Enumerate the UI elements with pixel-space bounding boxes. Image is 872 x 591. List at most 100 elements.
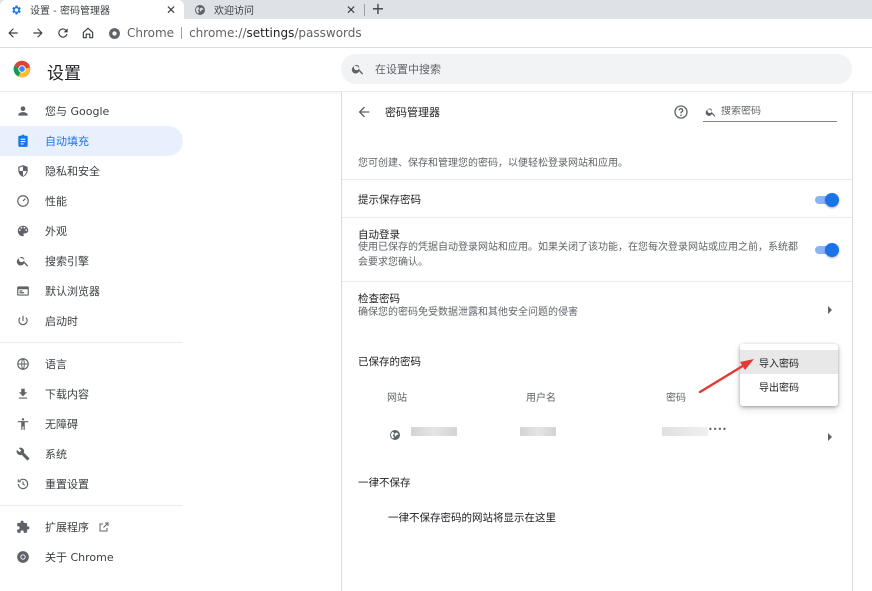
import-passwords-menu-item[interactable]: 导入密码 <box>740 350 838 374</box>
sidebar-item-accessibility[interactable]: 无障碍 <box>0 409 183 439</box>
saved-passwords-menu: 导入密码 导出密码 <box>740 344 838 406</box>
person-icon <box>16 104 30 118</box>
help-icon[interactable] <box>673 104 689 120</box>
sidebar-item-label: 下载内容 <box>45 388 89 401</box>
sidebar-item-you-and-google[interactable]: 您与 Google <box>0 96 183 126</box>
url-scheme: chrome:// <box>189 26 247 40</box>
tab-title: 欢迎访问 <box>214 6 254 17</box>
arrow-left-icon <box>8 28 18 38</box>
settings-header: 设置 <box>0 48 872 92</box>
saved-passwords-heading: 已保存的密码 <box>358 356 421 368</box>
reload-button[interactable] <box>51 21 75 45</box>
page-description: 您可创建、保存和管理您的密码，以便轻松登录网站和应用。 <box>358 158 628 169</box>
chevron-right-icon[interactable] <box>826 300 834 314</box>
wrench-icon <box>16 447 30 461</box>
new-tab-button[interactable]: + <box>370 0 386 19</box>
arrow-right-icon <box>33 28 43 38</box>
column-header-username: 用户名 <box>526 393 556 404</box>
reload-icon <box>58 28 68 38</box>
sidebar-item-label: 扩展程序 <box>45 521 89 534</box>
sidebar-item-label: 隐私和安全 <box>45 165 100 178</box>
password-search-input[interactable] <box>721 106 831 117</box>
row-divider <box>342 281 852 282</box>
sidebar-item-on-startup[interactable]: 启动时 <box>0 306 183 336</box>
toggle-thumb <box>825 243 839 257</box>
redacted-username <box>520 427 556 436</box>
forward-button[interactable] <box>26 21 50 45</box>
card-title: 密码管理器 <box>385 106 440 119</box>
home-button[interactable] <box>76 21 100 45</box>
sidebar-item-label: 启动时 <box>45 315 78 328</box>
toggle-thumb <box>825 193 839 207</box>
close-icon[interactable]: ✕ <box>344 3 358 17</box>
power-icon <box>16 314 30 328</box>
sidebar-item-label: 外观 <box>45 225 67 238</box>
url-host: settings <box>246 26 295 40</box>
settings-search[interactable] <box>341 54 852 84</box>
tab-divider <box>364 4 365 16</box>
sidebar-item-about-chrome[interactable]: 关于 Chrome <box>0 542 183 572</box>
sidebar-item-label: 无障碍 <box>45 418 78 431</box>
sidebar-item-label: 默认浏览器 <box>45 285 100 298</box>
sidebar-item-reset[interactable]: 重置设置 <box>0 469 183 499</box>
column-header-password: 密码 <box>666 393 686 404</box>
download-icon <box>16 387 30 401</box>
sidebar-item-system[interactable]: 系统 <box>0 439 183 469</box>
card-header: 密码管理器 <box>342 92 852 132</box>
redacted-site <box>411 427 457 436</box>
password-mask: •••• <box>708 425 727 434</box>
sidebar-item-performance[interactable]: 性能 <box>0 186 183 216</box>
sidebar-item-label: 性能 <box>45 195 67 208</box>
clipboard-icon <box>16 134 30 148</box>
chrome-icon <box>16 550 30 564</box>
gear-icon <box>10 4 22 16</box>
sidebar-item-label: 自动填充 <box>45 135 89 148</box>
search-icon <box>705 106 717 118</box>
globe-icon <box>389 426 401 440</box>
close-icon[interactable]: ✕ <box>164 3 178 17</box>
sidebar-item-privacy[interactable]: 隐私和安全 <box>0 156 183 186</box>
check-passwords-label[interactable]: 检查密码 <box>358 291 400 306</box>
sidebar-item-downloads[interactable]: 下载内容 <box>0 379 183 409</box>
auto-signin-description: 使用已保存的凭据自动登录网站和应用。如果关闭了该功能，在您每次登录网站或应用之前… <box>358 242 798 268</box>
sidebar-item-label: 您与 Google <box>45 105 110 118</box>
settings-sidebar: 您与 Google 自动填充 隐私和安全 性能 外观 搜索引擎 默认浏览器 启动… <box>0 92 200 591</box>
puzzle-icon <box>16 520 30 534</box>
sidebar-item-default-browser[interactable]: 默认浏览器 <box>0 276 183 306</box>
check-passwords-description: 确保您的密码免受数据泄露和其他安全问题的侵害 <box>358 307 578 318</box>
password-search[interactable] <box>703 102 837 122</box>
never-saved-empty-note: 一律不保存密码的网站将显示在这里 <box>388 512 556 524</box>
sidebar-item-autofill[interactable]: 自动填充 <box>0 126 183 156</box>
accessibility-icon <box>16 417 30 431</box>
tab-settings-passwords[interactable]: 设置 - 密码管理器 ✕ <box>0 0 184 19</box>
password-manager-card: 密码管理器 您可创建、保存和管理您的密码，以便轻松登录网站和应用。 提示保存密码… <box>341 92 853 591</box>
back-button[interactable] <box>1 21 25 45</box>
offer-save-toggle[interactable] <box>815 193 839 207</box>
reset-icon <box>16 477 30 491</box>
export-passwords-menu-item[interactable]: 导出密码 <box>740 374 838 398</box>
auto-signin-toggle[interactable] <box>815 243 839 257</box>
settings-search-input[interactable] <box>375 62 775 76</box>
shield-icon <box>16 164 30 178</box>
sidebar-item-label: 重置设置 <box>45 478 89 491</box>
row-divider <box>342 179 852 180</box>
open-in-new-icon <box>98 521 110 533</box>
chevron-right-icon[interactable] <box>826 427 834 441</box>
row-divider <box>342 217 852 218</box>
sidebar-divider <box>0 505 183 506</box>
tab-title: 设置 - 密码管理器 <box>30 6 110 17</box>
back-arrow-icon[interactable] <box>356 104 372 120</box>
tab-welcome[interactable]: 欢迎访问 ✕ <box>184 0 364 19</box>
sidebar-item-extensions[interactable]: 扩展程序 <box>0 512 183 542</box>
sidebar-item-search-engine[interactable]: 搜索引擎 <box>0 246 183 276</box>
home-icon <box>82 27 94 39</box>
browser-icon <box>16 284 30 298</box>
search-icon <box>16 254 30 268</box>
column-header-site: 网站 <box>387 393 407 404</box>
address-bar[interactable]: Chrome chrome://settings/passwords <box>104 22 362 44</box>
sidebar-item-appearance[interactable]: 外观 <box>0 216 183 246</box>
speedometer-icon <box>16 194 30 208</box>
search-icon <box>351 62 365 76</box>
sidebar-item-label: 系统 <box>45 448 67 461</box>
sidebar-item-languages[interactable]: 语言 <box>0 349 183 379</box>
